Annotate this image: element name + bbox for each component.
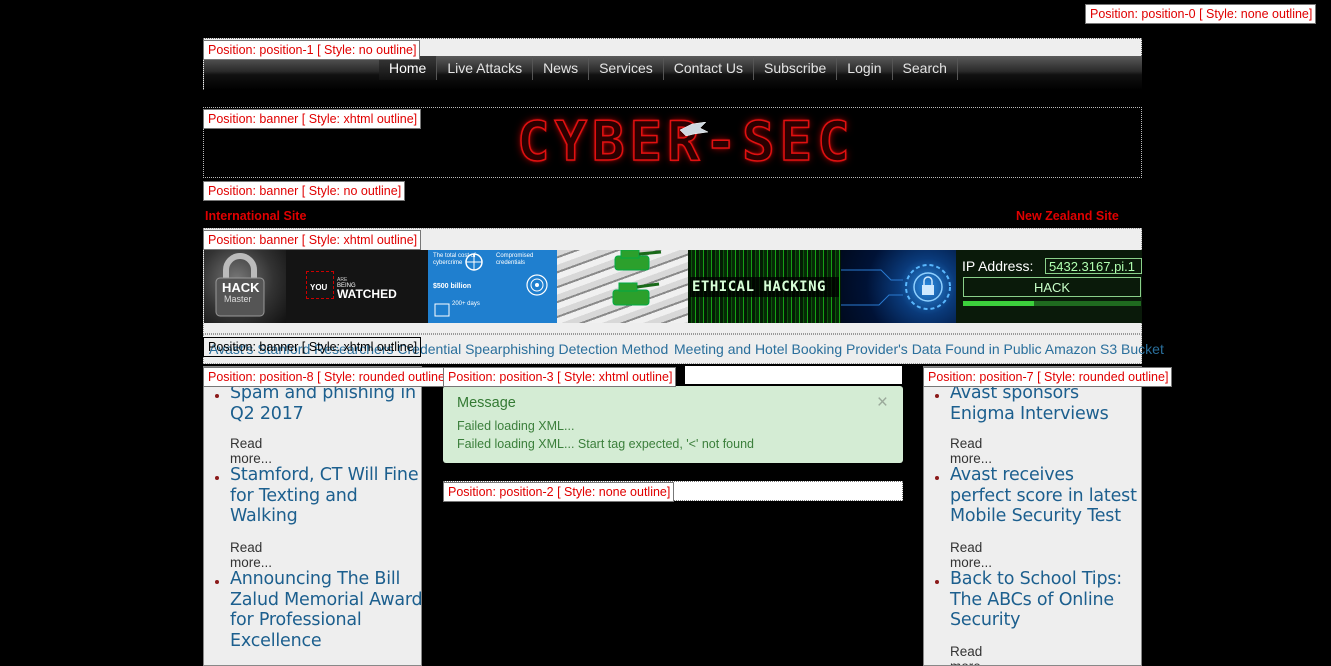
nav-subscribe[interactable]: Subscribe [754,56,838,80]
banner-no-outline-label: Position: banner [ Style: no outline] [203,181,406,201]
tank-icon [612,250,662,306]
international-site-link[interactable]: International Site [205,209,306,223]
ip-address-label: IP Address: [962,258,1034,274]
left-news-column: Spam and phishing in Q2 2017 Read more..… [203,366,422,666]
fingerprint-icon [526,274,548,296]
bullet-icon [215,580,219,584]
nav-contact-us[interactable]: Contact Us [664,56,755,80]
hack-button-image: HACK [963,277,1141,297]
banner-xhtml-label-2: Position: banner [ Style: xhtml outline] [203,230,422,250]
master-text: Master [224,294,252,304]
message-box: Message × Failed loading XML... Failed l… [443,386,903,463]
position-3-bar [685,366,902,384]
ticker-item-2[interactable]: Meeting and Hotel Booking Provider's Dat… [674,341,1164,357]
left-news-title-2[interactable]: Stamford, CT Will Fine for Texting and W… [230,465,420,527]
position-2-label: Position: position-2 [ Style: none outli… [443,482,675,502]
calendar-icon [434,303,450,317]
right-news-title-2[interactable]: Avast receives perfect score in latest M… [950,465,1140,527]
image-strip: HACK Master YOU ARE BEING WATCHED The to… [204,250,1142,323]
nav-live-attacks[interactable]: Live Attacks [437,56,534,80]
being-watched-image: YOU ARE BEING WATCHED [286,250,428,323]
message-line-1: Failed loading XML... [457,419,575,433]
right-read-more-2[interactable]: Read more... [950,540,992,570]
message-title: Message [457,395,516,411]
nav-search[interactable]: Search [893,56,958,80]
right-news-title-3[interactable]: Back to School Tips: The ABCs of Online … [950,569,1140,631]
position-0-label: Position: position-0 [ Style: none outli… [1085,4,1317,24]
ip-address-value: 5432.3167.pi.1 [1045,258,1142,274]
position-3-label: Position: position-3 [ Style: xhtml outl… [443,367,677,387]
nav-services[interactable]: Services [589,56,664,80]
ip-hack-image: IP Address: 5432.3167.pi.1 HACK [956,250,1142,323]
infographic-days: 200+ days [452,301,480,307]
lock-circuit-icon [841,264,951,310]
infographic-text-2: Compromised credentials [496,253,534,266]
nav-news[interactable]: News [533,56,590,80]
right-news-column: Avast sponsors Enigma Interviews Read mo… [923,366,1142,666]
position-7-label: Position: position-7 [ Style: rounded ou… [923,367,1173,387]
right-read-more-3[interactable]: Read more... [950,644,992,665]
bullet-icon [935,476,939,480]
bullet-icon [215,476,219,480]
progress-bar [963,301,1141,306]
banner-xhtml-label-3: Position: banner [ Style: xhtml outline] [203,337,422,357]
new-zealand-site-link[interactable]: New Zealand Site [1016,209,1119,223]
logo-text: CYBER-SEC [516,110,855,173]
tanks-image [557,250,688,323]
nav-login[interactable]: Login [837,56,893,80]
left-read-more-1[interactable]: Read more... [230,436,272,466]
hack-text: HACK [222,280,260,295]
close-icon[interactable]: × [877,392,888,414]
site-logo[interactable]: CYBER-SEC [516,110,855,173]
banner-xhtml-label-1: Position: banner [ Style: xhtml outline] [203,109,422,129]
position-8-label: Position: position-8 [ Style: rounded ou… [203,367,450,387]
left-read-more-2[interactable]: Read more... [230,540,272,570]
ethical-hacking-image: ETHICAL HACKING [688,250,841,323]
bullet-icon [935,580,939,584]
lock-circuit-image [841,250,956,323]
you-text: YOU [310,283,328,292]
bullet-icon [935,394,939,398]
right-read-more-1[interactable]: Read more... [950,436,992,466]
watched-text: WATCHED [337,287,397,301]
left-news-title-3[interactable]: Announcing The Bill Zalud Memorial Award… [230,569,421,651]
position-1-label: Position: position-1 [ Style: no outline… [203,40,421,60]
ethical-hacking-text: ETHICAL HACKING [692,279,826,295]
right-news-title-1[interactable]: Avast sponsors Enigma Interviews [950,383,1140,424]
cybercrime-infographic: The total cost of cybercrime $500 billio… [428,250,557,323]
message-line-2: Failed loading XML... Start tag expected… [457,437,754,451]
hack-master-image: HACK Master [204,250,286,323]
left-news-title-1[interactable]: Spam and phishing in Q2 2017 [230,383,420,424]
globe-icon [465,253,483,271]
infographic-amount: $500 billion [433,283,472,290]
bullet-icon [215,394,219,398]
main-menu: Home Live Attacks News Services Contact … [379,56,958,90]
logo-bird-icon [680,122,708,136]
